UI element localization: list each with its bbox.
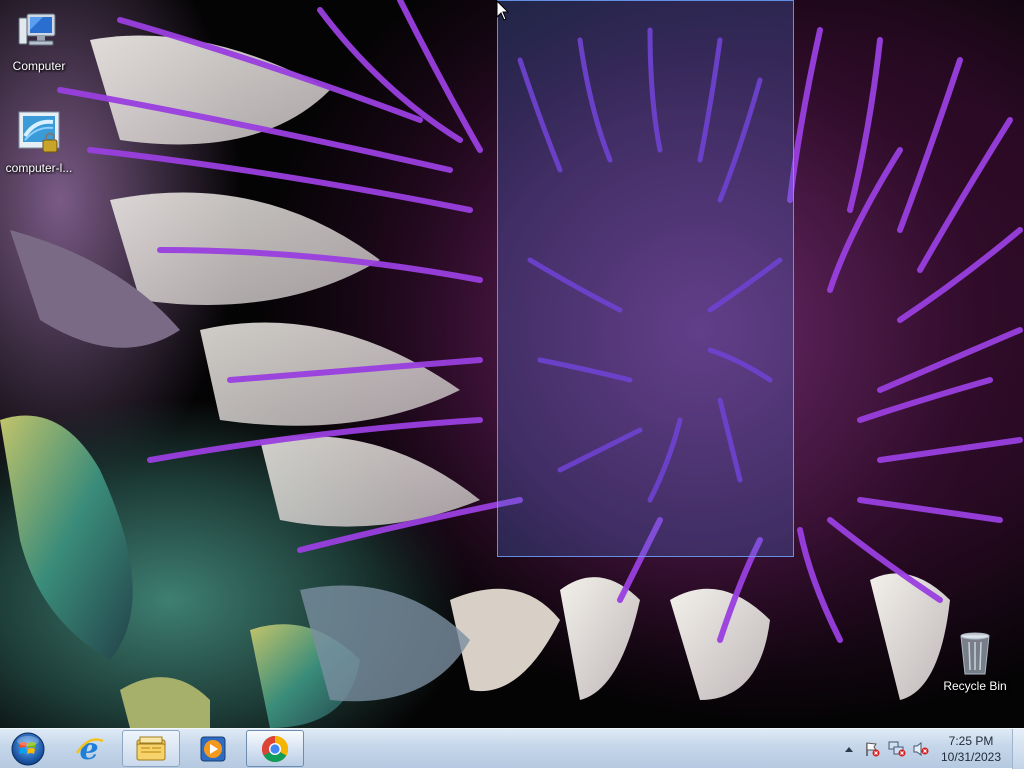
mouse-pointer-icon xyxy=(496,0,510,21)
volume-muted-icon[interactable] xyxy=(912,741,930,757)
desktop-icon-label: Recycle Bin xyxy=(943,679,1007,693)
desktop-icon-computer-lock[interactable]: computer-l... xyxy=(1,110,77,175)
folder-icon xyxy=(136,736,166,760)
desktop-icon-label: Computer xyxy=(12,59,66,73)
taskbar-internet-explorer[interactable]: e xyxy=(60,730,118,767)
internet-explorer-icon: e xyxy=(75,733,104,765)
desktop-icon-computer[interactable]: Computer xyxy=(1,8,77,73)
network-lock-icon xyxy=(18,111,60,153)
taskbar: e 7:25 PM 10/31/2023 xyxy=(0,728,1024,769)
show-desktop-button[interactable] xyxy=(1012,729,1024,769)
taskbar-media-player[interactable] xyxy=(184,730,242,767)
windows-orb-icon xyxy=(11,732,45,765)
start-button[interactable] xyxy=(2,730,54,767)
taskbar-chrome[interactable] xyxy=(246,730,304,767)
notification-area: 7:25 PM 10/31/2023 xyxy=(824,729,1024,769)
clock-date: 10/31/2023 xyxy=(940,750,1002,764)
recycle-bin-icon xyxy=(960,632,990,675)
selection-rectangle xyxy=(497,0,794,557)
desktop-icon-recycle-bin[interactable]: Recycle Bin xyxy=(937,630,1013,693)
taskbar-windows-explorer[interactable] xyxy=(122,730,180,767)
media-player-icon xyxy=(200,736,226,761)
desktop[interactable]: Computer computer-l... Recycle Bin xyxy=(0,0,1024,728)
action-center-alert-icon[interactable] xyxy=(864,741,880,757)
svg-text:e: e xyxy=(79,733,98,765)
show-hidden-icons-icon[interactable] xyxy=(844,745,854,753)
desktop-icon-label: computer-l... xyxy=(5,161,73,175)
computer-icon xyxy=(18,13,56,46)
chrome-icon xyxy=(261,735,289,762)
network-disconnected-icon[interactable] xyxy=(888,741,906,757)
clock[interactable]: 7:25 PM 10/31/2023 xyxy=(936,733,1006,765)
clock-time: 7:25 PM xyxy=(948,734,994,748)
